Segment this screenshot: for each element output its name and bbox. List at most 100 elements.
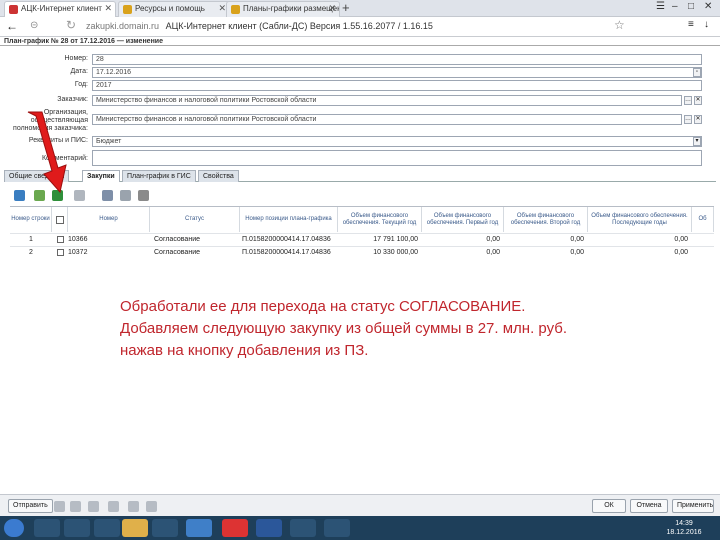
system-clock[interactable]: 14:39 18.12.2016 [664,519,704,537]
row-position-cell: П.0158200000414.17.04836 [242,236,331,243]
row-number-cell: 10366 [68,236,88,243]
taskbar-app-icon[interactable] [290,519,316,537]
taskbar-app-icon[interactable] [94,519,120,537]
purchases-grid: Номер строки Номер Статус Номер позиции … [10,206,714,262]
print-icon[interactable] [70,501,81,512]
window-close-icon[interactable]: ✕ [704,1,712,12]
lock-icon: ⊝ [30,20,39,31]
table-row[interactable]: 2 10372 Согласование П.0158200000414.17.… [10,246,714,258]
column-header[interactable]: Объем финансового обеспечения. Первый го… [422,207,504,232]
date-label: Дата: [70,68,88,75]
start-icon[interactable] [4,519,24,537]
column-header[interactable]: Номер [68,207,150,232]
browser-tab-bar: АЦК-Интернет клиент ✕ Ресурсы и помощь ✕… [0,0,720,17]
new-tab-icon[interactable]: + [342,0,350,15]
tab-plan-gis[interactable]: План-график в ГИС [122,170,196,182]
divider [0,45,720,46]
taskbar-app-icon[interactable] [186,519,212,537]
download-icon[interactable]: ↓ [704,19,709,30]
history-icon[interactable] [108,501,119,512]
column-header[interactable]: Номер позиции плана-графика [240,207,338,232]
browser-tab[interactable]: Планы-графики размещения ✕ [226,1,340,17]
back-arrow-icon[interactable]: ← [6,19,18,33]
row-second-year-cell: 0,00 [570,236,584,243]
column-header[interactable]: Статус [150,207,240,232]
emblem-favicon-icon [123,5,132,14]
grid-toolbar [10,188,710,204]
annotation-line: нажав на кнопку добавления из ПЗ. [120,342,369,359]
row-checkbox[interactable] [52,247,68,259]
settings-icon[interactable] [102,190,113,201]
column-header[interactable]: Об [692,207,714,232]
lookup-ellipsis-icon[interactable]: … [684,96,692,105]
chevron-down-icon[interactable]: ▾ [693,137,701,146]
column-header[interactable]: Номер строки [10,207,52,232]
customer-label: Заказчик: [57,96,88,103]
row-first-year-cell: 0,00 [486,249,500,256]
emblem-favicon-icon [231,5,240,14]
maximize-icon[interactable]: □ [688,1,694,12]
ok-button[interactable]: ОК [592,499,626,513]
help-icon[interactable] [146,501,157,512]
row-first-year-cell: 0,00 [486,236,500,243]
window-title: План-график № 28 от 17.12.2016 — изменен… [4,38,163,45]
export-icon[interactable] [88,501,99,512]
word-icon[interactable] [256,519,282,537]
media-icon[interactable] [152,519,178,537]
menu-icon[interactable]: ☰ [656,1,665,12]
comment-field[interactable] [92,150,702,166]
organization-field[interactable]: Министерство финансов и налоговой полити… [92,114,682,125]
date-field[interactable]: 17.12.2016 [92,67,702,78]
column-header[interactable]: Объем финансового обеспечения. Текущий г… [338,207,422,232]
app-favicon-icon [9,5,18,14]
clear-icon[interactable]: ✕ [694,115,702,124]
requisites-select[interactable]: Бюджет [92,136,702,147]
row-checkbox[interactable] [52,234,68,246]
browser-tab-active[interactable]: АЦК-Интернет клиент ✕ [4,1,116,17]
taskbar-app-icon[interactable] [64,519,90,537]
number-field[interactable]: 28 [92,54,702,65]
row-current-year-cell: 10 330 000,00 [373,249,418,256]
tab-properties[interactable]: Свойства [198,170,239,182]
bookmark-star-icon[interactable]: ☆ [614,18,625,32]
year-field[interactable]: 2017 [92,80,702,91]
apply-button[interactable]: Применить [672,499,714,513]
tab-purchases[interactable]: Закупки [82,170,120,182]
url-field[interactable]: zakupki.domain.ru АЦК-Интернет клиент (С… [86,19,626,35]
select-all-checkbox[interactable] [52,207,68,232]
clear-icon[interactable]: ✕ [694,96,702,105]
column-header[interactable]: Объем финансового обеспечения. Второй го… [504,207,588,232]
filter-icon[interactable] [138,190,149,201]
attach-icon[interactable] [128,501,139,512]
close-icon[interactable]: ✕ [104,3,112,14]
row-next-years-cell: 0,00 [674,249,688,256]
cancel-button[interactable]: Отмена [630,499,668,513]
close-icon[interactable]: ✕ [328,3,336,14]
customer-field[interactable]: Министерство финансов и налоговой полити… [92,95,682,106]
close-icon[interactable]: ✕ [218,3,226,14]
send-button[interactable]: Отправить [8,499,53,513]
taskbar-app-icon[interactable] [34,519,60,537]
save-icon[interactable] [54,501,65,512]
menu-icon[interactable]: ≡ [688,19,694,30]
document-icon[interactable] [74,190,85,201]
calendar-icon[interactable]: ▫ [693,68,701,77]
yandex-browser-icon[interactable] [222,519,248,537]
table-row[interactable]: 1 10366 Согласование П.0158200000414.17.… [10,233,714,245]
columns-icon[interactable] [120,190,131,201]
lookup-ellipsis-icon[interactable]: … [684,115,692,124]
dialog-button-bar: Отправить ОК Отмена Применить [0,494,720,516]
reload-icon[interactable]: ↻ [66,18,76,32]
taskbar-app-icon[interactable] [324,519,350,537]
column-header[interactable]: Объем финансового обеспечения. Последующ… [588,207,692,232]
year-label: Год: [74,81,88,88]
clock-time: 14:39 [675,520,693,527]
row-current-year-cell: 17 791 100,00 [373,236,418,243]
row-number-cell: 10372 [68,249,88,256]
minimize-icon[interactable]: – [672,1,678,12]
folder-icon[interactable] [122,519,148,537]
row-status-cell: Согласование [154,236,200,243]
browser-tab-label: Ресурсы и помощь [135,4,205,13]
row-next-years-cell: 0,00 [674,236,688,243]
browser-tab[interactable]: Ресурсы и помощь ✕ [118,1,230,17]
